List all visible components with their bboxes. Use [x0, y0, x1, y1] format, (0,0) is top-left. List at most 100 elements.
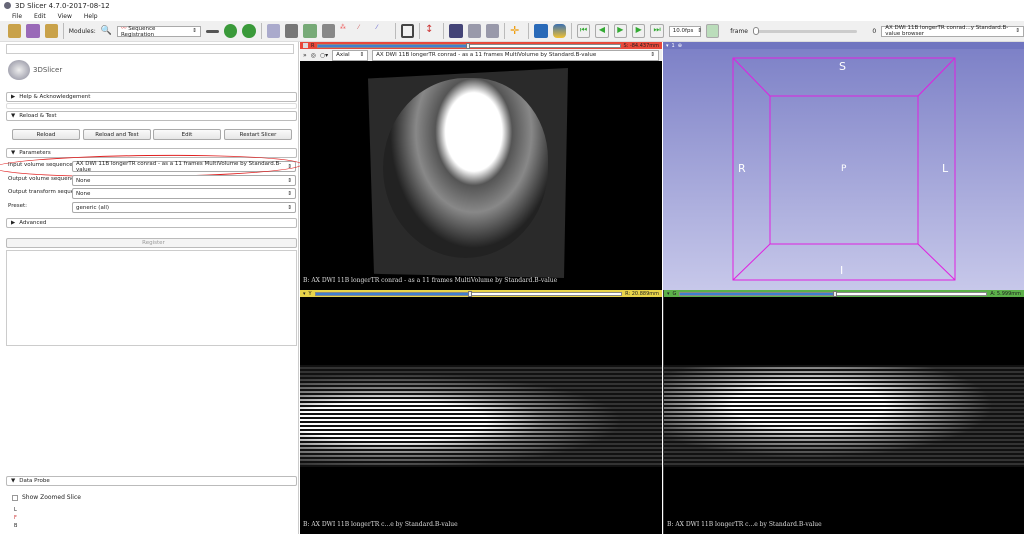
frame-label: frame	[730, 27, 748, 35]
visibility-icon[interactable]: ◎	[311, 52, 316, 59]
red-slice-view[interactable]: R S: -84.437mm » ◎ ○▾ Axial ⇕ AX DWI 11B …	[300, 42, 662, 290]
yellow-view-label: B: AX DWI 11B longerTR c...e by Standard…	[303, 521, 458, 528]
play-icon[interactable]: ▶	[613, 24, 628, 38]
screenshot-icon[interactable]	[449, 24, 463, 38]
load-data-icon[interactable]	[8, 24, 22, 38]
axis-label-p: P	[841, 164, 847, 174]
sequence-browser-selector[interactable]: AX DWI 11B longerTR conrad...y Standard.…	[881, 25, 1024, 37]
green-slice-controller: ▾ G A: 5.999mm	[664, 290, 1024, 297]
green-slice-view[interactable]: ▾ G A: 5.999mm B: AX DWI 11B longerTR c..…	[663, 290, 1024, 534]
fps-spinbox[interactable]: 10.0fps ⇕	[668, 25, 702, 37]
edit-button[interactable]: Edit	[153, 129, 221, 140]
expand-arrow-icon: ▶	[11, 220, 16, 226]
restart-slicer-button[interactable]: Restart Slicer	[224, 129, 292, 140]
module-history-icon[interactable]	[205, 29, 220, 33]
previous-frame-icon[interactable]: ◀	[595, 24, 609, 38]
section-help[interactable]: ▶ Help & Acknowledgement	[6, 92, 297, 102]
loop-toggle-icon[interactable]	[705, 24, 720, 38]
module-panel: 3DSlicer ▶ Help & Acknowledgement ▼ Reload…	[0, 42, 303, 534]
lightbox-icon[interactable]: ○▾	[320, 52, 328, 59]
data-module-icon[interactable]	[266, 24, 280, 38]
pin-icon[interactable]: ▾	[303, 291, 306, 297]
yellow-offset-slider[interactable]	[314, 290, 623, 297]
module-search-field[interactable]	[6, 44, 294, 54]
first-frame-icon[interactable]: ⏮	[576, 24, 591, 38]
title-bar: 3D Slicer 4.7.0-2017-08-12	[0, 0, 1024, 11]
layout-icon[interactable]	[400, 24, 415, 38]
probe-f: F	[14, 515, 17, 521]
collapse-arrow-icon: ▼	[11, 150, 16, 156]
load-dicom-icon[interactable]	[26, 24, 40, 38]
transforms-module-icon[interactable]	[321, 24, 335, 38]
show-zoomed-slice-checkbox[interactable]: Show Zoomed Slice	[12, 494, 81, 501]
next-frame-icon[interactable]: ▶	[632, 24, 646, 38]
log-text-area[interactable]	[6, 250, 297, 346]
menu-edit[interactable]: Edit	[34, 13, 46, 20]
scene-view-icon[interactable]	[467, 24, 481, 38]
frame-value: 0	[872, 27, 877, 35]
slicer-app-icon	[4, 2, 11, 9]
axis-label-i: I	[840, 264, 844, 277]
coronal-mri-image	[664, 365, 1024, 467]
section-advanced[interactable]: ▶ Advanced	[6, 218, 297, 228]
crosshair-toggle-icon[interactable]: ↕	[425, 24, 438, 38]
reload-and-test-button[interactable]: Reload and Test	[83, 129, 151, 140]
menu-view[interactable]: View	[58, 13, 72, 20]
sagittal-mri-image	[300, 365, 662, 467]
yellow-slice-view[interactable]: ▾ Y R: 20.889mm B: AX DWI 11B longerTR c.…	[300, 290, 662, 534]
module-selector[interactable]: 〰 Sequence Registration ⇕	[116, 25, 201, 38]
window-title: 3D Slicer 4.7.0-2017-08-12	[15, 1, 110, 10]
red-view-label: B: AX DWI 11B longerTR conrad - as a 11 …	[303, 277, 558, 284]
help-content	[6, 103, 297, 109]
output-volume-label: Output volume sequence:	[8, 176, 80, 182]
segment-editor-icon[interactable]: ⁄	[376, 24, 389, 38]
pin-icon[interactable]: ▾	[667, 291, 670, 297]
markups-module-icon[interactable]: ⁂	[340, 24, 353, 38]
module-search-icon[interactable]: 🔍	[101, 26, 112, 36]
green-view-label: B: AX DWI 11B longerTR c...e by Standard…	[667, 521, 822, 528]
last-frame-icon[interactable]: ⏭	[650, 24, 664, 38]
collapse-arrow-icon: ▼	[11, 113, 16, 119]
editor-module-icon[interactable]: ⁄	[358, 24, 371, 38]
preset-selector[interactable]: generic (all) ⇕	[72, 202, 296, 213]
section-reload-test[interactable]: ▼ Reload & Test	[6, 111, 297, 121]
red-slice-controller: R S: -84.437mm	[300, 42, 662, 49]
register-button[interactable]: Register	[6, 238, 297, 248]
place-fiducial-icon[interactable]: ✛	[510, 24, 523, 38]
section-data-probe[interactable]: ▼ Data Probe	[6, 476, 297, 486]
back-arrow-icon[interactable]	[224, 24, 238, 38]
menu-file[interactable]: File	[12, 13, 22, 20]
3d-view[interactable]: ▾ 1 ⊕ S R L P I	[663, 42, 1024, 290]
slicer-logo: 3DSlicer	[8, 60, 62, 80]
frame-slider[interactable]	[752, 26, 858, 35]
red-volume-selector[interactable]: AX DWI 11B longerTR conrad - as a 11 fra…	[372, 49, 659, 61]
axis-label-r: R	[738, 162, 746, 175]
yellow-offset-value: R: 20.889mm	[625, 290, 659, 297]
green-offset-slider[interactable]	[679, 290, 988, 297]
scene-view-restore-icon[interactable]	[485, 24, 500, 38]
models-module-icon[interactable]	[303, 24, 317, 38]
expand-arrow-icon: ▶	[11, 94, 16, 100]
python-console-icon[interactable]	[552, 24, 566, 38]
probe-l: L	[14, 507, 17, 513]
pin-icon[interactable]	[303, 43, 308, 48]
red-offset-value: S: -84.437mm	[623, 42, 660, 49]
link-icon[interactable]: »	[303, 52, 307, 59]
axial-mri-image	[368, 68, 568, 278]
reload-button[interactable]: Reload	[12, 129, 80, 140]
extension-manager-icon[interactable]	[534, 24, 548, 38]
output-transform-selector[interactable]: None ⇕	[72, 188, 296, 199]
probe-b: B	[14, 523, 18, 529]
yellow-slice-controller: ▾ Y R: 20.889mm	[300, 290, 662, 297]
menu-help[interactable]: Help	[84, 13, 98, 20]
forward-arrow-icon[interactable]	[242, 24, 256, 38]
red-view-options: » ◎ ○▾ Axial ⇕ AX DWI 11B longerTR conrad…	[300, 49, 662, 61]
red-offset-slider[interactable]	[317, 42, 621, 49]
output-volume-selector[interactable]: None ⇕	[72, 175, 296, 186]
volumes-module-icon[interactable]	[284, 24, 299, 38]
slicer-logo-icon	[8, 60, 30, 80]
orientation-selector[interactable]: Axial ⇕	[332, 49, 369, 61]
preset-label: Preset:	[8, 203, 28, 209]
modules-label: Modules:	[68, 27, 96, 35]
save-data-icon[interactable]	[44, 24, 58, 38]
